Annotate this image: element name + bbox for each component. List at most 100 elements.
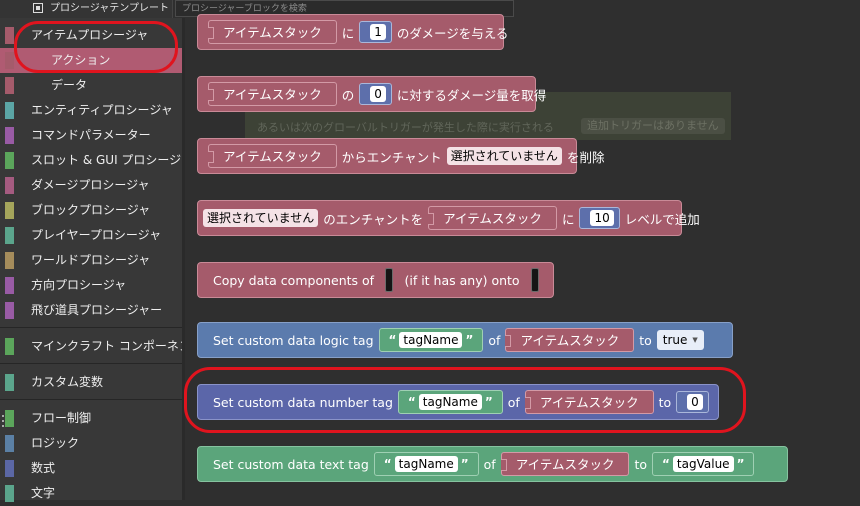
block-get-damage-amount[interactable]: アイテムスタック の 0 に対するダメージ量を取得	[197, 76, 546, 112]
category-sidebar: アイテムプロシージャ アクション データ エンティティプロシージャ コマンドパラ…	[0, 18, 203, 502]
sidebar-item-entity-procedures[interactable]: エンティティプロシージャ	[0, 98, 182, 123]
resize-handle-dots-icon[interactable]	[2, 415, 5, 429]
number-input[interactable]: 1	[359, 21, 392, 43]
category-color-swatch	[5, 102, 14, 119]
sidebar-item-text[interactable]: 文字	[0, 481, 182, 506]
empty-input-slot[interactable]	[530, 268, 539, 292]
sidebar-divider	[0, 363, 182, 364]
sidebar-item-player-procedures[interactable]: プレイヤープロシージャ	[0, 223, 182, 248]
block-damage-item[interactable]: アイテムスタック に 1 のダメージを与える	[197, 14, 508, 50]
tag-value[interactable]: tagValue	[672, 456, 734, 472]
caret-down-icon: ▼	[692, 336, 698, 344]
block-text: に対するダメージ量を取得	[396, 87, 547, 103]
sidebar-item-world-procedures[interactable]: ワールドプロシージャ	[0, 248, 182, 273]
sidebar-item-slot-gui-procedures[interactable]: スロット & GUI プロシージャ	[0, 148, 193, 173]
sidebar-item-command-parameters[interactable]: コマンドパラメーター	[0, 123, 182, 148]
block-text: (if it has any) onto	[404, 272, 520, 288]
quote-open-icon: “	[383, 457, 392, 471]
sidebar-item-label: ダメージプロシージャ	[31, 178, 150, 192]
text-input[interactable]: “tagName”	[373, 452, 479, 476]
quote-close-icon: ”	[465, 333, 474, 347]
sidebar-item-direction-procedures[interactable]: 方向プロシージャ	[0, 273, 182, 298]
empty-input-slot[interactable]	[385, 268, 394, 292]
category-color-swatch	[5, 252, 14, 269]
sidebar-item-label: ブロックプロシージャ	[31, 203, 151, 217]
number-input[interactable]: 0	[359, 83, 392, 105]
sidebar-item-block-procedures[interactable]: ブロックプロシージャ	[0, 198, 182, 223]
block-text: レベルで追加	[624, 211, 700, 227]
sidebar-item-label: カスタム変数	[31, 375, 104, 389]
category-color-swatch	[5, 152, 14, 169]
block-set-custom-data-text-tag[interactable]: Set custom data text tag “tagName” of アイ…	[197, 446, 788, 482]
quote-open-icon: “	[662, 457, 670, 471]
text-input[interactable]: “tagValue”	[652, 452, 755, 476]
item-stack-input[interactable]: アイテムスタック	[208, 20, 337, 44]
sidebar-item-label: コマンドパラメーター	[31, 128, 151, 142]
sidebar-item-logic[interactable]: ロジック	[0, 431, 182, 456]
procedure-template-button[interactable]: プロシージャテンプレート	[0, 0, 173, 18]
category-color-swatch	[5, 485, 14, 502]
sidebar-item-label: データ	[51, 78, 88, 92]
item-stack-input[interactable]: アイテムスタック	[500, 452, 630, 476]
sidebar-item-math[interactable]: 数式	[0, 456, 182, 481]
sidebar-item-data[interactable]: データ	[0, 73, 182, 98]
block-text: に	[341, 25, 355, 41]
block-text: の	[341, 87, 355, 103]
number-value[interactable]: 0	[370, 86, 386, 102]
sidebar-divider	[0, 399, 182, 400]
number-value[interactable]: 1	[370, 24, 386, 40]
category-color-swatch	[5, 277, 14, 294]
block-text: Copy data components of	[213, 272, 375, 288]
category-color-swatch	[5, 338, 14, 355]
category-color-swatch	[5, 77, 14, 94]
category-color-swatch	[5, 52, 14, 69]
boolean-value: true	[662, 333, 688, 347]
sidebar-item-label: マインクラフト コンポーネント	[31, 339, 203, 353]
block-text: を削除	[566, 149, 605, 165]
sidebar-item-label: ワールドプロシージャ	[31, 253, 151, 267]
block-set-custom-data-logic-tag[interactable]: Set custom data logic tag “tagName” of ア…	[197, 322, 733, 358]
item-stack-input[interactable]: アイテムスタック	[208, 144, 337, 168]
sidebar-item-label: 数式	[31, 461, 56, 475]
block-text: からエンチャント	[341, 149, 442, 165]
sidebar-item-flow-control[interactable]: フロー制御	[0, 406, 182, 431]
category-color-swatch	[5, 435, 14, 452]
category-color-swatch	[5, 374, 14, 391]
ghost-trigger-pill: 追加トリガーはありません	[581, 118, 725, 134]
block-text: to	[634, 456, 648, 472]
text-input[interactable]: “tagName”	[378, 328, 484, 352]
block-copy-data-components[interactable]: Copy data components of (if it has any) …	[197, 262, 554, 298]
sidebar-item-label: ロジック	[31, 436, 80, 450]
sidebar-item-minecraft-components[interactable]: マインクラフト コンポーネント	[0, 334, 203, 359]
sidebar-divider	[0, 327, 182, 328]
block-text: of	[483, 456, 496, 472]
sidebar-item-label: プレイヤープロシージャ	[31, 228, 162, 242]
enchantment-selector[interactable]: 選択されていません	[203, 209, 319, 227]
sidebar-item-label: 飛び道具プロシージャー	[31, 303, 163, 317]
tag-name-value[interactable]: tagName	[394, 456, 458, 472]
block-remove-enchantment[interactable]: アイテムスタック からエンチャント 選択されていません を削除	[197, 138, 604, 174]
category-color-swatch	[5, 27, 14, 44]
sidebar-item-projectile-procedures[interactable]: 飛び道具プロシージャー	[0, 298, 182, 323]
category-color-swatch	[5, 127, 14, 144]
block-add-enchantment[interactable]: 選択されていません のエンチャントを アイテムスタック に 10 レベルで追加	[197, 200, 700, 236]
sidebar-item-damage-procedures[interactable]: ダメージプロシージャ	[0, 173, 182, 198]
item-stack-input[interactable]: アイテムスタック	[428, 206, 557, 230]
item-stack-input[interactable]: アイテムスタック	[505, 328, 635, 352]
number-input[interactable]: 10	[579, 207, 620, 229]
enchantment-selector[interactable]: 選択されていません	[446, 147, 562, 165]
number-value[interactable]: 10	[590, 210, 614, 226]
category-color-swatch	[5, 177, 14, 194]
template-icon	[33, 3, 43, 13]
category-color-swatch	[5, 302, 14, 319]
boolean-dropdown[interactable]: true ▼	[656, 330, 704, 350]
block-text: Set custom data text tag	[213, 456, 369, 472]
sidebar-item-custom-variables[interactable]: カスタム変数	[0, 370, 182, 395]
item-stack-input[interactable]: アイテムスタック	[208, 82, 337, 106]
category-color-swatch	[5, 202, 14, 219]
highlight-ring-number-tag	[184, 367, 746, 433]
block-text: Set custom data logic tag	[213, 332, 374, 348]
tag-name-value[interactable]: tagName	[399, 332, 463, 348]
category-color-swatch	[5, 227, 14, 244]
block-text: に	[561, 211, 575, 227]
